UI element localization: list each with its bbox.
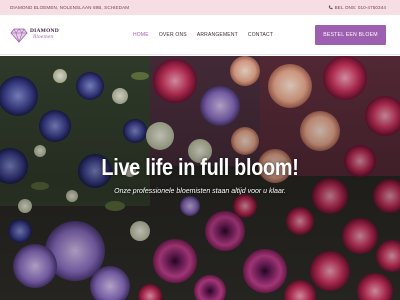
nav-arrangement[interactable]: ARRANGEMENT xyxy=(197,32,238,38)
logo-tagline: Bloemen xyxy=(33,35,54,40)
hero-title: Live life in full bloom! xyxy=(101,154,299,180)
main-nav: HOME OVER ONS ARRANGEMENT CONTACT xyxy=(133,32,273,38)
hero-subtitle: Onze professionele bloemisten staan alti… xyxy=(114,188,286,195)
order-flower-button[interactable]: BESTEL EEN BLOEM xyxy=(315,25,386,45)
phone-text: BEL ONS: 010-4750344 xyxy=(334,4,386,10)
site-header: DIAMOND Bloemen HOME OVER ONS ARRANGEMEN… xyxy=(0,15,400,55)
phone-link[interactable]: BEL ONS: 010-4750344 xyxy=(328,5,386,10)
hero-banner: Live life in full bloom! Onze profession… xyxy=(0,56,400,300)
store-address: DIAMOND BLOEMEN, NOLENSLAAN 69B, SCHIEDA… xyxy=(10,5,130,10)
logo[interactable]: DIAMOND Bloemen xyxy=(10,25,60,47)
nav-over-ons[interactable]: OVER ONS xyxy=(159,32,187,38)
nav-contact[interactable]: CONTACT xyxy=(248,32,273,38)
phone-icon xyxy=(328,5,333,9)
top-bar: DIAMOND BLOEMEN, NOLENSLAAN 69B, SCHIEDA… xyxy=(0,0,400,15)
nav-home[interactable]: HOME xyxy=(133,32,149,38)
diamond-logo-icon xyxy=(10,28,28,43)
logo-name: DIAMOND xyxy=(30,28,59,34)
